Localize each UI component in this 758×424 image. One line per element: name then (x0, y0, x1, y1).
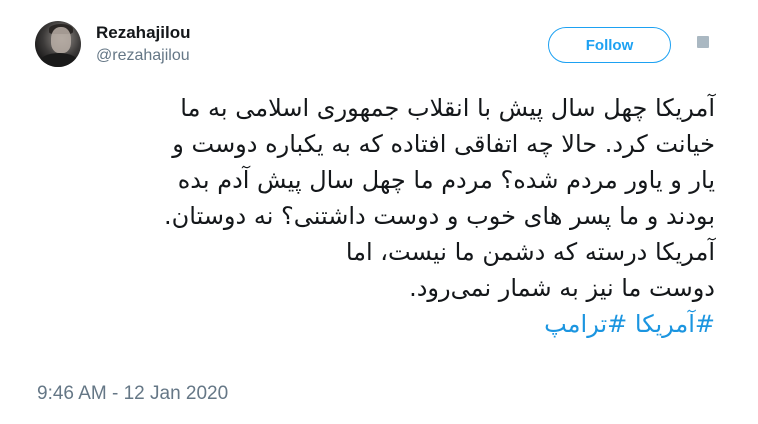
tweet-timestamp[interactable]: 9:46 AM - 12 Jan 2020 (37, 383, 228, 405)
avatar-face (51, 27, 71, 53)
display-name[interactable]: Rezahajilou (96, 23, 190, 43)
tweet-text-line: آمریکا چهل سال پیش با انقلاب جمهوری اسلا… (180, 94, 715, 122)
tweet-text-line: دوست ما نیز به شمار نمی‌رود. (409, 274, 715, 302)
tweet-card: Rezahajilou @rezahajilou Follow آمریکا چ… (0, 0, 758, 424)
avatar[interactable] (35, 21, 81, 67)
hashtag-link[interactable]: #آمریکا (635, 310, 715, 338)
tweet-text: آمریکا چهل سال پیش با انقلاب جمهوری اسلا… (25, 90, 715, 342)
tweet-text-line: خیانت کرد. حالا چه اتفاقی افتاده که به ی… (172, 130, 715, 158)
tweet-text-line: آمریکا درسته که دشمن ما نیست، اما (345, 238, 715, 266)
hashtag-line: #آمریکا #ترامپ (25, 306, 715, 342)
chevron-down-icon[interactable] (697, 36, 709, 48)
tweet-text-line: یار و یاور مردم شده؟ مردم ما چهل سال پیش… (177, 166, 715, 194)
avatar-shoulders (39, 53, 79, 67)
tweet-text-line: بودند و ما پسر های خوب و دوست داشتنی؟ نه… (164, 202, 715, 230)
follow-button[interactable]: Follow (548, 27, 671, 63)
user-handle[interactable]: @rezahajilou (96, 47, 190, 65)
hashtag-link[interactable]: #ترامپ (544, 310, 627, 338)
